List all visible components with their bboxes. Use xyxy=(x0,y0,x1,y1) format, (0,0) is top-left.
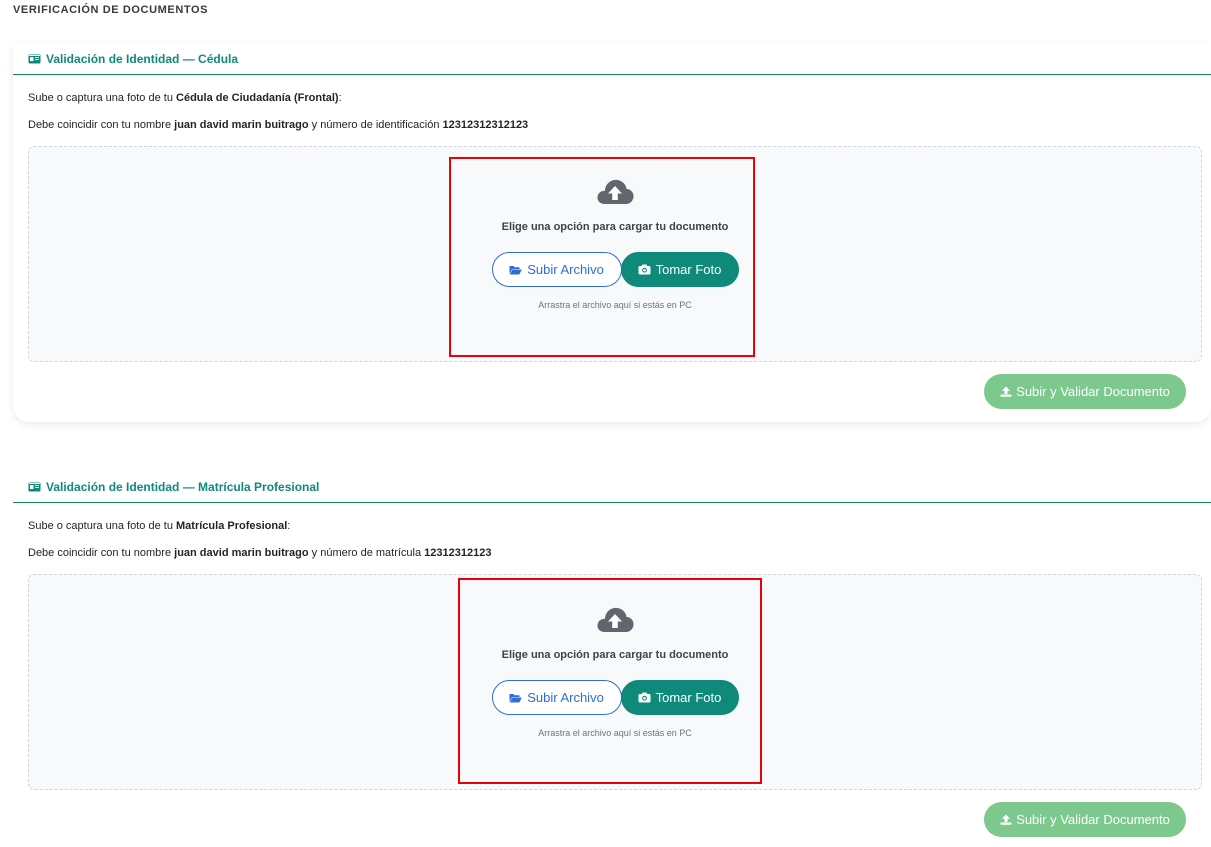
submit-validate-button[interactable]: Subir y Validar Documento xyxy=(984,374,1186,409)
folder-open-icon xyxy=(509,693,523,702)
cloud-upload-icon xyxy=(597,179,634,204)
camera-icon xyxy=(638,264,651,275)
drag-hint: Arrastra el archivo aquí si estás en PC xyxy=(538,300,692,310)
id-card-icon xyxy=(28,482,41,491)
cloud-upload-icon xyxy=(597,607,634,632)
submit-validate-label: Subir y Validar Documento xyxy=(1016,384,1170,399)
match-text-mid: y número de matrícula xyxy=(308,547,425,559)
match-text: Debe coincidir con tu nombre xyxy=(28,119,175,131)
instruction-line: Sube o captura una foto de tu Matrícula … xyxy=(28,519,1196,533)
card-header: Validación de Identidad — Matrícula Prof… xyxy=(13,471,1211,503)
instruction-suffix: : xyxy=(338,92,342,104)
upload-dropzone[interactable]: Elige una opción para cargar tu document… xyxy=(28,146,1202,362)
cedula-card: Validación de Identidad — Cédula Sube o … xyxy=(13,43,1211,422)
card-header: Validación de Identidad — Cédula xyxy=(13,43,1211,75)
submit-validate-label: Subir y Validar Documento xyxy=(1016,812,1170,827)
match-text-mid: y número de identificación xyxy=(308,119,443,131)
matricula-card: Validación de Identidad — Matrícula Prof… xyxy=(13,471,1211,847)
take-photo-label: Tomar Foto xyxy=(655,262,722,277)
upload-file-button[interactable]: Subir Archivo xyxy=(491,680,622,715)
instruction-suffix: : xyxy=(287,520,291,532)
upload-prompt: Elige una opción para cargar tu document… xyxy=(501,649,729,661)
instruction-text: Sube o captura una foto de tu xyxy=(28,520,177,532)
match-line: Debe coincidir con tu nombre juan david … xyxy=(28,546,1196,560)
card-title: Validación de Identidad — Matrícula Prof… xyxy=(46,479,320,494)
id-card-icon xyxy=(28,54,41,63)
take-photo-label: Tomar Foto xyxy=(655,690,722,705)
page-title: VERIFICACIÓN DE DOCUMENTOS xyxy=(13,4,209,16)
match-text: Debe coincidir con tu nombre xyxy=(28,547,175,559)
upload-icon xyxy=(1000,814,1012,825)
document-name: Matrícula Profesional xyxy=(176,520,288,532)
upload-file-label: Subir Archivo xyxy=(527,690,604,705)
user-name: juan david marin buitrago xyxy=(174,119,309,131)
upload-icon xyxy=(1000,386,1012,397)
folder-open-icon xyxy=(509,265,523,274)
upload-dropzone[interactable]: Elige una opción para cargar tu document… xyxy=(28,574,1202,790)
upload-file-button[interactable]: Subir Archivo xyxy=(491,252,622,287)
user-name: juan david marin buitrago xyxy=(174,547,309,559)
submit-validate-button[interactable]: Subir y Validar Documento xyxy=(984,802,1186,837)
upload-prompt: Elige una opción para cargar tu document… xyxy=(501,221,729,233)
match-line: Debe coincidir con tu nombre juan david … xyxy=(28,118,1196,132)
take-photo-button[interactable]: Tomar Foto xyxy=(620,680,739,715)
instruction-text: Sube o captura una foto de tu xyxy=(28,92,177,104)
instruction-line: Sube o captura una foto de tu Cédula de … xyxy=(28,91,1196,105)
upload-file-label: Subir Archivo xyxy=(527,262,604,277)
drag-hint: Arrastra el archivo aquí si estás en PC xyxy=(538,728,692,738)
card-title: Validación de Identidad — Cédula xyxy=(46,51,239,66)
camera-icon xyxy=(638,692,651,703)
document-name: Cédula de Ciudadanía (Frontal) xyxy=(176,92,339,104)
take-photo-button[interactable]: Tomar Foto xyxy=(620,252,739,287)
id-number: 12312312312123 xyxy=(442,119,529,131)
id-number: 12312312123 xyxy=(424,547,492,559)
